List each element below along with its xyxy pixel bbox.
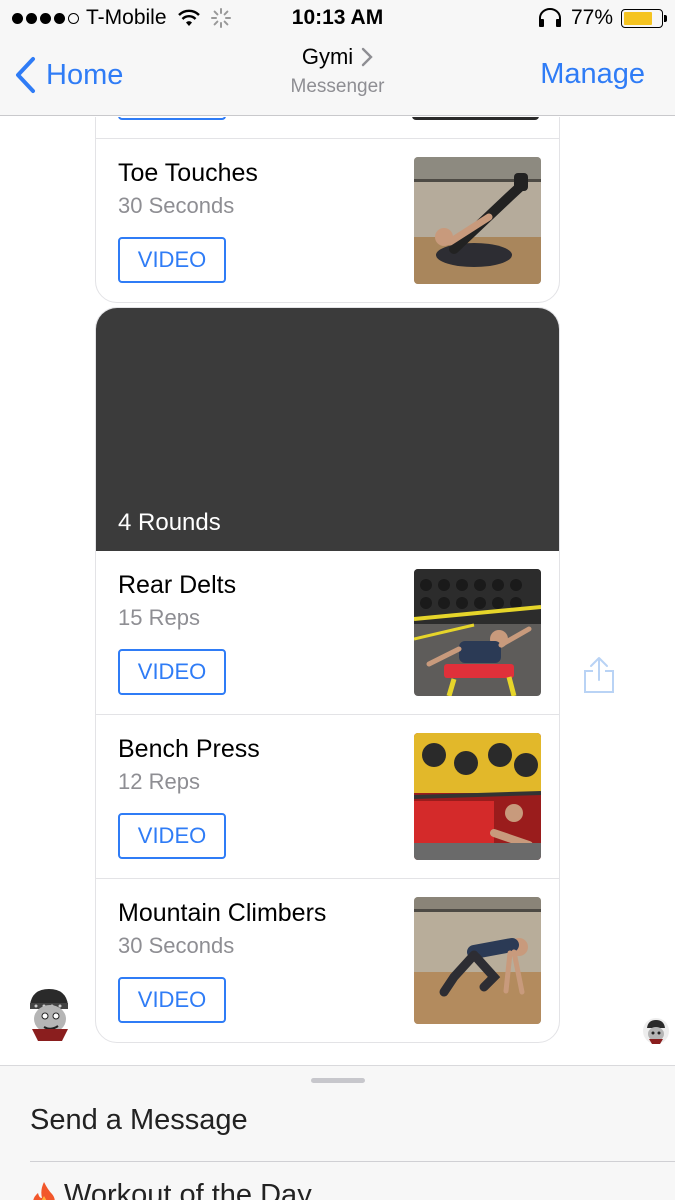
round-count: 4 Rounds [118,509,221,536]
battery-icon [621,8,667,28]
share-icon[interactable] [582,654,616,699]
manage-button[interactable]: Manage [540,58,645,91]
video-button[interactable]: VIDEO [118,237,226,283]
list-item: Bench Press 12 Reps VIDEO [96,715,559,879]
composer-menu: Send a Message Workout of the Day [0,1065,675,1200]
exercise-title: Bench Press [118,735,260,763]
headphones-icon [537,8,563,28]
exercise-thumbnail[interactable] [414,897,541,1024]
battery-percentage: 77% [570,6,613,29]
divider [30,1161,675,1162]
status-bar: T-Mobile 10:13 AM 77% [0,0,675,38]
fire-icon [30,1180,58,1200]
video-button[interactable]: VIDEO [118,813,226,859]
exercise-title: Rear Delts [118,571,237,599]
conversation-title[interactable]: Gymi [302,44,373,70]
workout-card: 4 Rounds Rear Delts 15 Reps VIDEO Bench … [95,307,560,1043]
exercise-thumbnail[interactable] [414,569,541,696]
battery-level [624,11,652,25]
exercise-detail: 30 Seconds [118,193,235,218]
video-button[interactable]: VIDEO [118,649,226,695]
exercise-thumbnail[interactable] [414,157,541,284]
list-item: Toe Touches 30 Seconds VIDEO [96,139,559,302]
previous-thumbnail [412,117,539,120]
round-banner: 4 Rounds [96,308,559,551]
exercise-detail: 15 Reps [118,605,200,630]
send-message-button[interactable]: Send a Message [30,1104,248,1137]
drag-handle[interactable] [311,1078,365,1083]
chevron-right-icon [361,47,373,67]
read-receipt-avatar-icon [642,1017,670,1045]
list-item: Rear Delts 15 Reps VIDEO [96,551,559,715]
menu-item-label: Workout of the Day [64,1179,312,1200]
workout-card: Toe Touches 30 Seconds VIDEO [95,117,560,303]
status-right: 77% [537,6,667,30]
exercise-detail: 12 Reps [118,769,200,794]
messenger-screen: T-Mobile 10:13 AM 77% Home Gymi Messenge… [0,0,675,1200]
previous-video-button[interactable] [118,117,226,120]
navigation-bar: Home Gymi Messenger Manage [0,38,675,116]
exercise-thumbnail[interactable] [414,733,541,860]
exercise-title: Mountain Climbers [118,899,327,927]
menu-item-workout-of-the-day[interactable]: Workout of the Day [30,1179,312,1200]
chat-thread[interactable]: Toe Touches 30 Seconds VIDEO 4 Rounds Re… [0,117,675,1065]
bot-avatar-icon[interactable] [22,985,76,1043]
exercise-title: Toe Touches [118,159,258,187]
video-button[interactable]: VIDEO [118,977,226,1023]
conversation-name: Gymi [301,44,354,69]
list-item: Mountain Climbers 30 Seconds VIDEO [96,879,559,1042]
exercise-detail: 30 Seconds [118,933,235,958]
